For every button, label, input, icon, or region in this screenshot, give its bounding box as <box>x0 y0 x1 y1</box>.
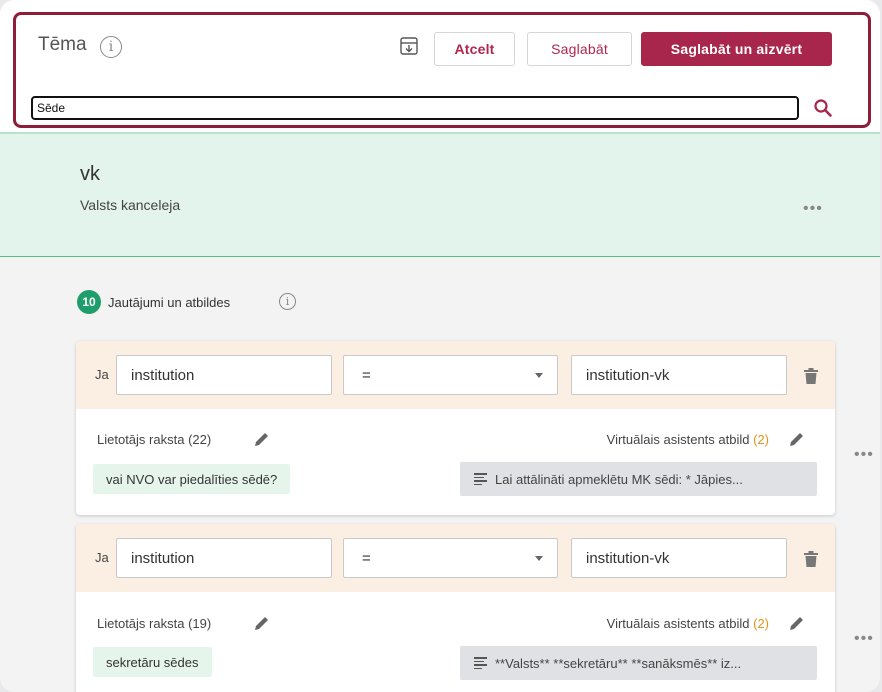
operator-value: = <box>362 549 371 567</box>
condition-value[interactable]: institution-vk <box>571 355 787 395</box>
topic-editor-panel: Tēma i Atcelt Saglabāt Saglabāt un aizvē… <box>0 0 880 692</box>
pencil-icon[interactable] <box>788 431 805 448</box>
focus-highlight <box>13 12 871 128</box>
trash-icon[interactable] <box>804 551 818 567</box>
assistant-answer[interactable]: **Valsts** **sekretāru** **sanāksmēs** i… <box>460 646 817 680</box>
pencil-icon[interactable] <box>253 431 270 448</box>
trash-icon[interactable] <box>804 368 818 384</box>
dropdown-caret-icon <box>535 556 543 561</box>
user-example-chip[interactable]: sekretāru sēdes <box>93 647 212 677</box>
qa-card: Ja institution = institution-vk Lietotāj… <box>76 341 835 515</box>
more-icon[interactable]: ••• <box>854 630 874 648</box>
qa-count-badge: 10 <box>77 290 101 314</box>
qa-card: Ja institution = institution-vk Lietotāj… <box>76 524 835 692</box>
pencil-icon[interactable] <box>788 615 805 632</box>
user-says-label[interactable]: Lietotājs raksta (22) <box>97 432 211 447</box>
assistant-answers-label[interactable]: Virtuālais asistents atbild (2) <box>607 432 769 447</box>
topic-name: Valsts kanceleja <box>80 197 181 213</box>
topic-code: vk <box>80 163 100 185</box>
user-example-chip[interactable]: vai NVO var piedalīties sēdē? <box>93 464 291 494</box>
user-says-label[interactable]: Lietotājs raksta (19) <box>97 616 211 631</box>
condition-row: Ja institution = institution-vk <box>76 341 835 409</box>
condition-operator-select[interactable]: = <box>343 538 558 578</box>
condition-prefix: Ja <box>95 367 109 382</box>
text-lines-icon <box>474 655 487 671</box>
condition-row: Ja institution = institution-vk <box>76 524 835 592</box>
condition-field[interactable]: institution <box>116 538 332 578</box>
assistant-answers-label[interactable]: Virtuālais asistents atbild (2) <box>607 616 769 631</box>
dropdown-caret-icon <box>535 373 543 378</box>
info-icon[interactable]: i <box>279 293 296 310</box>
condition-prefix: Ja <box>95 550 109 565</box>
qa-section-label: Jautājumi un atbildes <box>108 295 231 310</box>
more-icon[interactable]: ••• <box>803 200 823 218</box>
condition-field[interactable]: institution <box>116 355 332 395</box>
pencil-icon[interactable] <box>253 615 270 632</box>
more-icon[interactable]: ••• <box>854 446 874 464</box>
condition-operator-select[interactable]: = <box>343 355 558 395</box>
topic-header <box>0 132 880 257</box>
condition-value[interactable]: institution-vk <box>571 538 787 578</box>
text-lines-icon <box>474 471 487 487</box>
assistant-answer[interactable]: Lai attālināti apmeklētu MK sēdi: * Jāpi… <box>460 462 817 496</box>
operator-value: = <box>362 366 371 384</box>
